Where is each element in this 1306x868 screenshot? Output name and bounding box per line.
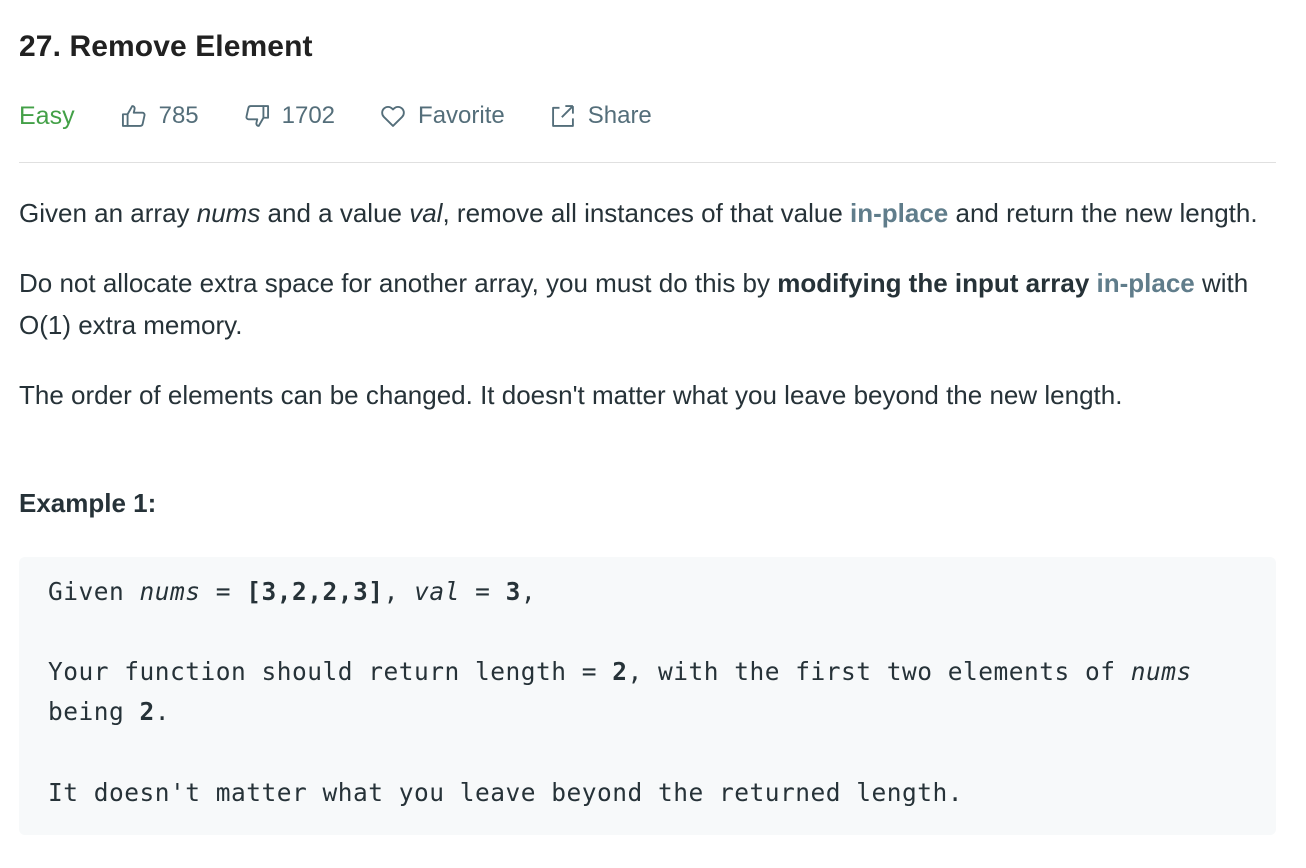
problem-description: Given an array nums and a value val, rem… <box>19 192 1279 444</box>
problem-meta-bar: Easy 785 1702 Favorite Share <box>19 96 696 136</box>
code-line: being 2. <box>48 697 171 726</box>
share-label: Share <box>587 102 652 129</box>
code-line: Your function should return length = 2, … <box>48 657 1192 686</box>
thumbs-up-icon <box>120 102 159 130</box>
example-heading: Example 1: <box>19 488 157 518</box>
code-line: It doesn't matter what you leave beyond … <box>48 778 964 807</box>
share-button[interactable]: Share <box>549 102 652 130</box>
header-divider <box>19 162 1276 163</box>
in-place-link[interactable]: in-place <box>850 198 948 228</box>
like-button[interactable]: 785 <box>120 102 199 130</box>
var-val: val <box>409 198 443 228</box>
example-code-block: Given nums = [3,2,2,3], val = 3, Your fu… <box>19 557 1276 835</box>
description-paragraph-3: The order of elements can be changed. It… <box>19 380 1123 410</box>
like-count: 785 <box>158 102 199 129</box>
problem-title: 27. Remove Element <box>19 30 313 63</box>
description-paragraph-2: Do not allocate extra space for another … <box>19 268 1249 340</box>
bold-text: modifying the input array <box>777 268 1090 298</box>
heart-icon <box>379 102 418 130</box>
favorite-button[interactable]: Favorite <box>379 102 505 130</box>
favorite-label: Favorite <box>418 102 505 129</box>
in-place-link[interactable]: in-place <box>1097 268 1195 298</box>
dislike-button[interactable]: 1702 <box>243 102 335 130</box>
code-line: Given nums = [3,2,2,3], val = 3, <box>48 577 537 606</box>
description-paragraph-1: Given an array nums and a value val, rem… <box>19 198 1258 228</box>
dislike-count: 1702 <box>281 102 336 129</box>
var-nums: nums <box>196 198 261 228</box>
difficulty-badge: Easy <box>19 101 75 130</box>
share-icon <box>549 102 588 130</box>
thumbs-down-icon <box>243 102 282 130</box>
